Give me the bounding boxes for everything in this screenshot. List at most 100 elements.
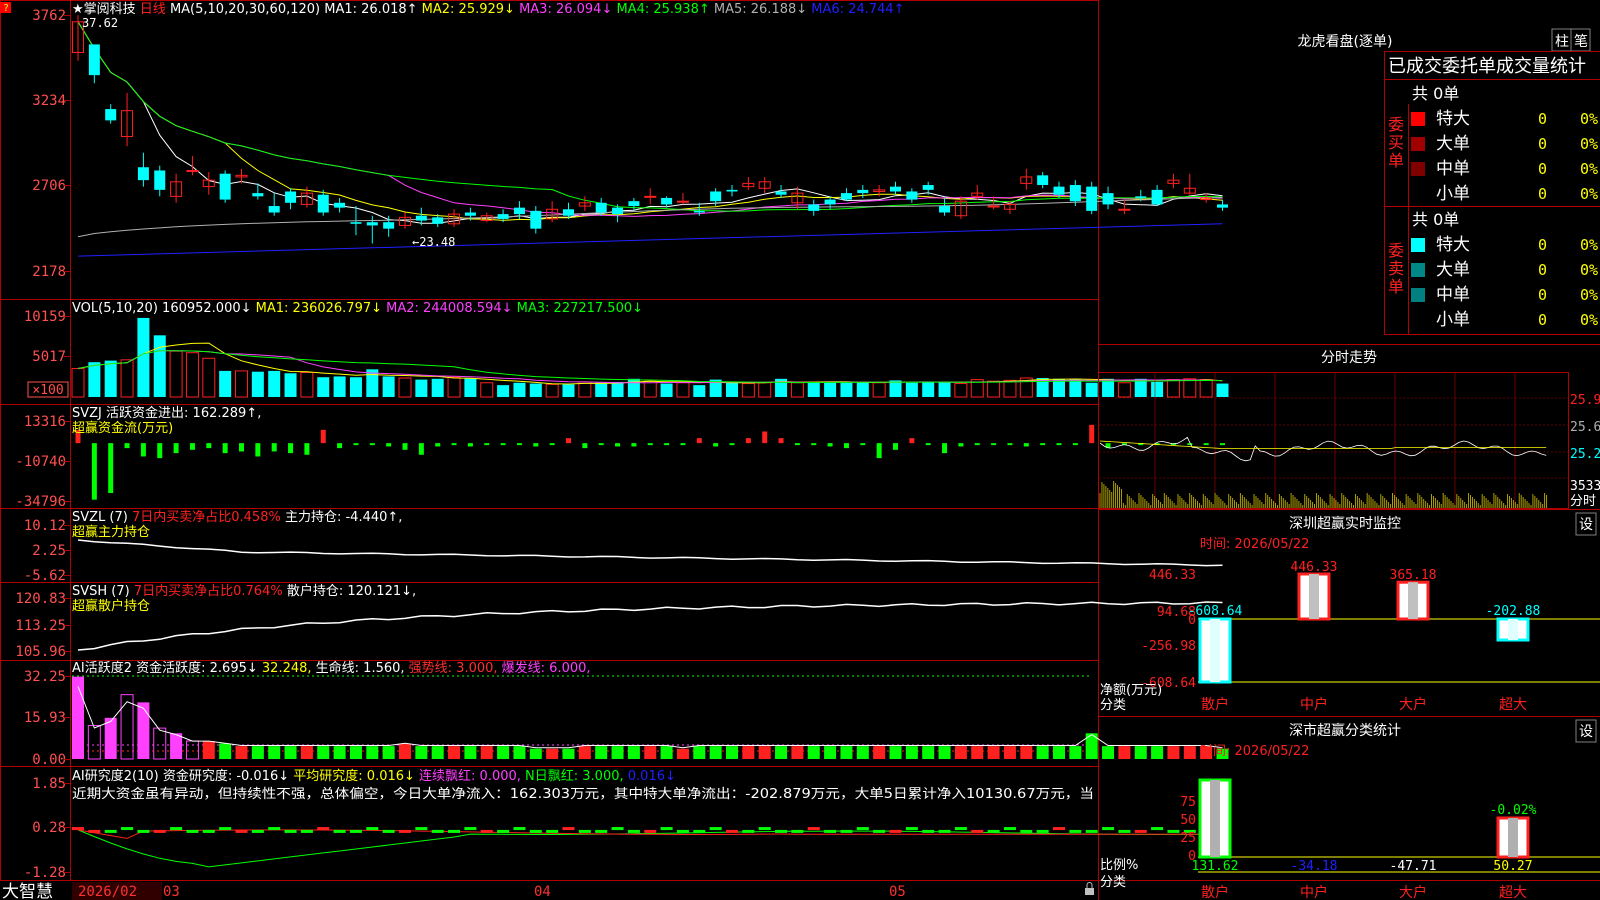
volume-bar[interactable] (840, 382, 853, 397)
svzj-bar[interactable] (140, 443, 146, 457)
svzj-bar[interactable] (500, 443, 506, 446)
ai-activity-bar[interactable] (1020, 746, 1033, 759)
research-bar[interactable] (448, 829, 461, 833)
svzj-bar[interactable] (647, 443, 653, 446)
svzj-bar[interactable] (1023, 443, 1029, 447)
ai-activity-bar[interactable] (1069, 746, 1082, 759)
research-bar[interactable] (464, 827, 477, 831)
svzj-bar[interactable] (811, 443, 817, 446)
svzj-bar[interactable] (582, 443, 588, 449)
svzj-bar[interactable] (451, 443, 457, 446)
volume-bar[interactable] (447, 376, 461, 398)
svzj-bar[interactable] (860, 443, 866, 446)
research-bar[interactable] (611, 827, 624, 831)
ai-activity-bar[interactable] (170, 733, 183, 759)
ai-activity-bar[interactable] (219, 743, 232, 759)
svzj-bar[interactable] (353, 443, 359, 446)
research-bar[interactable] (153, 829, 166, 833)
candle-down[interactable] (563, 209, 574, 216)
ai-activity-bar[interactable] (987, 746, 1000, 759)
volume-bar[interactable] (1199, 379, 1213, 398)
candle-down[interactable] (497, 214, 509, 219)
candle-down[interactable] (710, 191, 722, 202)
research-bar[interactable] (366, 827, 379, 831)
candle-down[interactable] (88, 44, 100, 76)
ai-activity-bar[interactable] (300, 746, 313, 759)
research-bar[interactable] (88, 829, 101, 833)
research-bar[interactable] (170, 827, 183, 831)
svzj-bar[interactable] (1040, 443, 1046, 446)
candle-down[interactable] (334, 202, 346, 208)
ai-research-panel[interactable]: AI研究度2(10) 资金研究度: -0.016↓ 平均研究度: 0.016↓ … (72, 768, 1229, 868)
candle-up[interactable] (987, 205, 1000, 208)
svzj-bar[interactable] (974, 443, 980, 446)
svzj-bar[interactable] (288, 443, 294, 454)
ai-activity-bar[interactable] (889, 746, 902, 759)
research-bar[interactable] (1167, 829, 1180, 833)
research-bar[interactable] (938, 829, 951, 833)
research-bar[interactable] (971, 829, 984, 833)
volume-bar[interactable] (88, 362, 101, 397)
candle-down[interactable] (890, 186, 901, 192)
candle-down[interactable] (726, 189, 738, 192)
volume-bar[interactable] (660, 383, 673, 397)
monitor-bar[interactable] (1198, 617, 1232, 684)
svzj-bar[interactable] (304, 443, 310, 455)
ai-activity-bar[interactable] (399, 743, 411, 759)
research-bar[interactable] (349, 829, 362, 833)
volume-bar[interactable] (758, 382, 772, 398)
candle-down[interactable] (464, 212, 476, 216)
ai-activity-bar[interactable] (824, 746, 837, 759)
research-bar[interactable] (807, 827, 820, 831)
volume-bar[interactable] (1069, 379, 1082, 397)
svzj-bar[interactable] (664, 443, 670, 446)
volume-bar[interactable] (284, 373, 297, 397)
volume-bar[interactable] (1117, 382, 1131, 398)
volume-bar[interactable] (219, 370, 232, 397)
volume-bar[interactable] (595, 382, 608, 397)
candle-down[interactable] (1037, 175, 1049, 186)
svzj-bar[interactable] (566, 438, 571, 444)
ai-activity-bar[interactable] (251, 746, 264, 759)
ai-activity-bar[interactable] (938, 746, 951, 759)
svzj-bar[interactable] (876, 443, 882, 459)
svzj-bar[interactable] (386, 443, 392, 447)
ai-activity-bar[interactable] (1151, 746, 1164, 759)
ai-activity-bar[interactable] (905, 746, 918, 759)
research-bar[interactable] (1053, 827, 1065, 831)
candle-down[interactable] (906, 191, 918, 200)
candle-up[interactable] (676, 200, 689, 203)
research-bar[interactable] (922, 829, 935, 833)
research-bar[interactable] (72, 827, 84, 831)
research-bar[interactable] (235, 829, 248, 833)
volume-bar[interactable] (513, 382, 526, 397)
research-bar[interactable] (431, 829, 444, 833)
research-bar[interactable] (987, 829, 1000, 833)
stats-bar[interactable] (1496, 816, 1530, 859)
ai-activity-bar[interactable] (758, 746, 771, 759)
research-bar[interactable] (660, 827, 673, 831)
svzj-bar[interactable] (189, 443, 195, 450)
ai-activity-bar[interactable] (137, 702, 150, 759)
svzj-bar[interactable] (991, 443, 997, 446)
research-bar[interactable] (382, 829, 395, 833)
candle-down[interactable] (432, 217, 444, 224)
volume-bar[interactable] (382, 376, 395, 397)
volume-bar[interactable] (185, 352, 199, 398)
candle-down[interactable] (1053, 186, 1065, 195)
candle-down[interactable] (939, 206, 951, 213)
svzj-bar[interactable] (533, 443, 539, 447)
research-bar[interactable] (1003, 827, 1016, 831)
svzj-panel[interactable]: SVZJ 活跃资金进出: 162.289↑,超赢资金流(万元) (72, 405, 1225, 500)
candle-down[interactable] (137, 167, 149, 181)
svzj-bar[interactable] (1089, 424, 1095, 444)
volume-bar[interactable] (1166, 379, 1180, 398)
svzj-bar[interactable] (1220, 443, 1225, 446)
candle-down[interactable] (661, 197, 673, 205)
svzj-bar[interactable] (124, 443, 130, 449)
volume-bar[interactable] (905, 382, 918, 397)
ai-activity-bar[interactable] (431, 746, 444, 759)
ai-activity-bar[interactable] (873, 746, 886, 759)
candle-down[interactable] (922, 185, 934, 190)
svzj-bar[interactable] (173, 443, 179, 454)
